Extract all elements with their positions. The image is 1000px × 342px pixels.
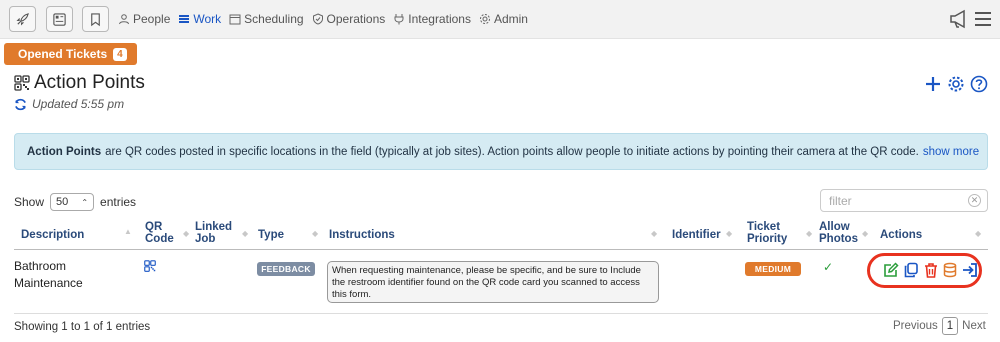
refresh-icon[interactable] [14, 98, 27, 111]
qr-code-icon [14, 75, 30, 91]
updated-status: Updated 5:55 pm [14, 97, 124, 111]
tickets-count-badge: 4 [113, 47, 127, 61]
bookmark-button[interactable] [82, 6, 109, 32]
sort-asc-icon: ▲ [124, 227, 132, 236]
edit-icon[interactable] [883, 262, 899, 278]
allow-photos-check: ✓ [823, 260, 834, 274]
entries-select[interactable]: 50 ⌃ [50, 193, 95, 211]
page-1-button[interactable]: 1 [941, 317, 959, 335]
sort-icon: ◆ [975, 229, 982, 238]
calendar-icon [229, 14, 241, 25]
col-actions: Actions [880, 229, 923, 241]
shield-check-icon [312, 13, 323, 25]
type-badge: FEEDBACK [257, 262, 315, 276]
settings-icon[interactable] [947, 75, 965, 93]
sort-icon: ◆ [651, 229, 658, 238]
col-linked-job[interactable]: Linked Job [195, 221, 232, 245]
rocket-button[interactable] [9, 6, 36, 32]
header-divider [14, 249, 988, 250]
top-nav: People Work Scheduling Operations Integr… [0, 0, 1000, 39]
rocket-icon [16, 12, 29, 26]
plug-icon [394, 14, 404, 25]
sort-icon: ◆ [862, 229, 869, 238]
col-identifier[interactable]: Identifier [672, 229, 721, 241]
trash-icon[interactable] [923, 262, 939, 278]
dashboard-button[interactable] [46, 6, 73, 32]
show-entries: Show 50 ⌃ entries [14, 193, 137, 211]
bookmark-icon [91, 12, 100, 26]
show-more-link[interactable]: show more [923, 146, 979, 158]
dashboard-icon [53, 12, 66, 26]
next-button[interactable]: Next [962, 320, 986, 332]
menu-icon[interactable] [973, 8, 993, 30]
instructions-text: When requesting maintenance, please be s… [327, 261, 659, 303]
pagination: Previous 1 Next [893, 317, 986, 335]
sort-icon: ◆ [726, 229, 733, 238]
sort-icon: ◆ [312, 229, 319, 238]
sort-icon: ◆ [242, 229, 249, 238]
nav-admin[interactable]: Admin [479, 12, 528, 26]
clear-filter-icon[interactable]: ✕ [968, 194, 981, 207]
col-instructions[interactable]: Instructions [329, 229, 395, 241]
filter-input[interactable]: filter ✕ [820, 189, 988, 212]
info-banner: Action Points are QR codes posted in spe… [14, 133, 988, 170]
page-title: Action Points [14, 72, 145, 94]
col-qr-code[interactable]: QR Code [145, 221, 174, 245]
database-icon[interactable] [942, 262, 958, 278]
nav-work[interactable]: Work [178, 12, 221, 26]
megaphone-icon[interactable] [948, 8, 970, 30]
nav-scheduling[interactable]: Scheduling [229, 12, 304, 26]
sign-in-icon[interactable] [962, 262, 978, 278]
qr-code-icon[interactable] [144, 260, 156, 272]
plus-icon[interactable] [924, 75, 942, 93]
gear-icon [479, 14, 490, 24]
row-description: Bathroom Maintenance [14, 259, 83, 290]
person-icon [119, 14, 129, 25]
opened-tickets-tab[interactable]: Opened Tickets 4 [4, 43, 137, 65]
list-icon [179, 15, 190, 23]
sort-icon: ◆ [806, 229, 813, 238]
previous-button[interactable]: Previous [893, 320, 938, 332]
nav-operations[interactable]: Operations [312, 12, 385, 26]
sort-icon: ◆ [183, 229, 190, 238]
chevron-updown-icon: ⌃ [81, 197, 89, 207]
nav-integrations[interactable]: Integrations [393, 12, 471, 26]
row-divider [14, 313, 988, 314]
col-ticket-priority[interactable]: Ticket Priority [747, 221, 787, 245]
header-actions [924, 75, 988, 93]
table-summary: Showing 1 to 1 of 1 entries [14, 321, 151, 333]
help-icon[interactable] [970, 75, 988, 93]
col-description[interactable]: Description [21, 229, 84, 241]
col-type[interactable]: Type [258, 229, 284, 241]
copy-icon[interactable] [903, 262, 919, 278]
nav-people[interactable]: People [118, 12, 170, 26]
col-allow-photos[interactable]: Allow Photos [819, 221, 858, 245]
priority-badge: MEDIUM [745, 262, 801, 276]
